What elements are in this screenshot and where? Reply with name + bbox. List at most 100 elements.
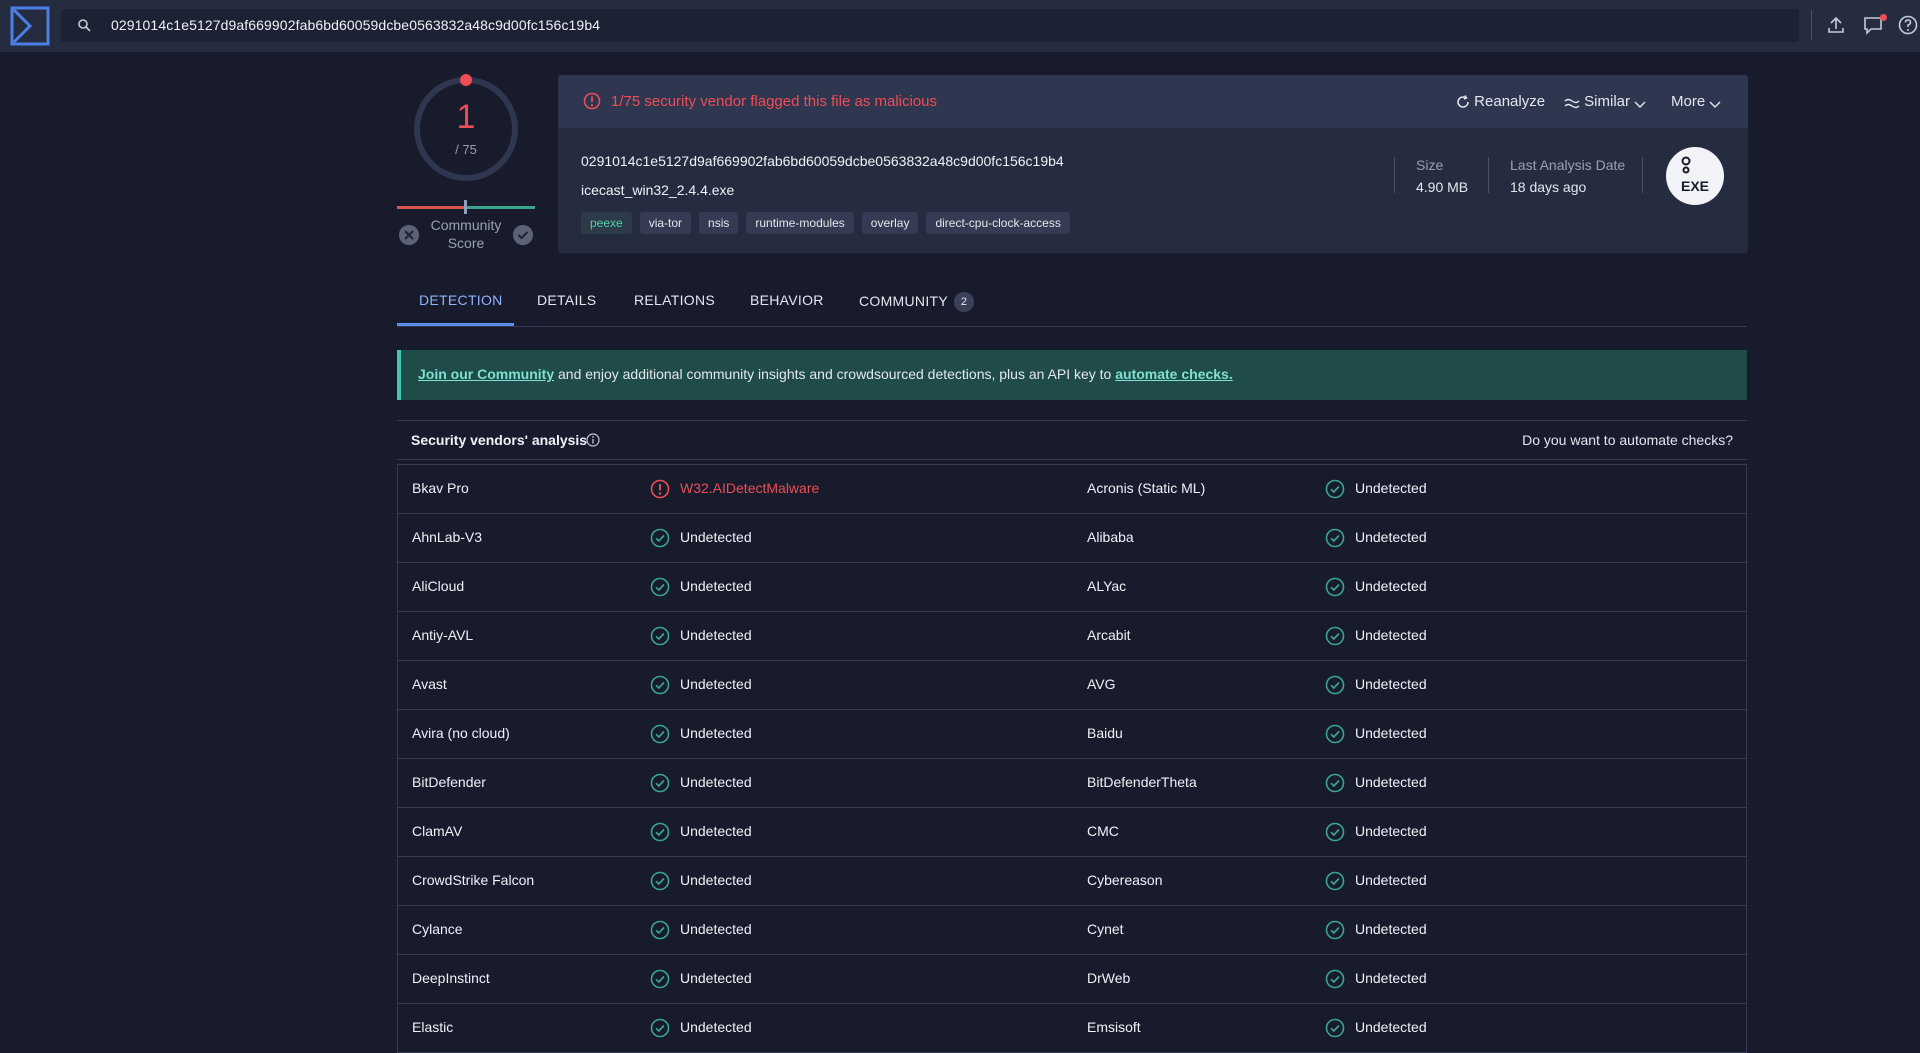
file-type-badge: EXE [1666, 147, 1724, 205]
tag[interactable]: runtime-modules [746, 212, 854, 234]
check-circle-icon [650, 920, 670, 940]
tab-behavior[interactable]: BEHAVIOR [750, 292, 824, 308]
vendor-name: Bkav Pro [412, 480, 469, 496]
vendor-name: AVG [1087, 676, 1116, 692]
vendor-name: ClamAV [412, 823, 463, 839]
vendor-result: Undetected [1355, 970, 1427, 986]
vendor-result: Undetected [680, 970, 752, 986]
search-input[interactable]: 0291014c1e5127d9af669902fab6bd60059dcbe0… [111, 17, 600, 33]
info-icon[interactable] [586, 433, 600, 447]
vendor-result[interactable]: W32.AIDetectMalware [680, 480, 819, 496]
automate-checks-link[interactable]: Do you want to automate checks? [1522, 432, 1733, 448]
divider [1811, 10, 1812, 40]
notification-dot [1880, 14, 1887, 21]
tab-bar: DETECTION DETAILS RELATIONS BEHAVIOR COM… [397, 276, 1747, 327]
vote-malicious-button[interactable] [399, 225, 419, 245]
check-circle-icon [1325, 871, 1345, 891]
tag[interactable]: overlay [861, 212, 919, 234]
automate-checks-link[interactable]: automate checks. [1115, 366, 1233, 382]
search-bar[interactable]: 0291014c1e5127d9af669902fab6bd60059dcbe0… [61, 9, 1799, 42]
check-circle-icon [1325, 724, 1345, 744]
check-circle-icon [1325, 920, 1345, 940]
vendor-result: Undetected [680, 529, 752, 545]
table-row: AhnLab-V3 Undetected Alibaba Undetected [398, 514, 1746, 563]
help-icon[interactable] [1897, 14, 1919, 36]
vendor-name: DrWeb [1087, 970, 1131, 986]
table-row: Antiy-AVL Undetected Arcabit Undetected [398, 612, 1746, 661]
reanalyze-button[interactable]: Reanalyze [1456, 93, 1545, 110]
vendor-result: Undetected [1355, 725, 1427, 741]
divider [1394, 157, 1395, 193]
vendor-result: Undetected [680, 627, 752, 643]
vendor-result: Undetected [1355, 872, 1427, 888]
vendor-name: BitDefender [412, 774, 486, 790]
file-hash[interactable]: 0291014c1e5127d9af669902fab6bd60059dcbe0… [581, 153, 1064, 169]
tag[interactable]: direct-cpu-clock-access [926, 212, 1070, 234]
tag[interactable]: nsis [699, 212, 739, 234]
vote-harmless-button[interactable] [513, 225, 533, 245]
table-row: AliCloud Undetected ALYac Undetected [398, 563, 1746, 612]
vendor-name: Alibaba [1087, 529, 1134, 545]
vendor-name: Avira (no cloud) [412, 725, 510, 741]
vendor-name: Elastic [412, 1019, 454, 1035]
size-value: 4.90 MB [1416, 179, 1469, 195]
last-analysis-value: 18 days ago [1510, 179, 1587, 195]
check-circle-icon [650, 969, 670, 989]
similar-button[interactable]: Similar [1564, 93, 1646, 110]
divider [1488, 157, 1489, 193]
check-circle-icon [650, 871, 670, 891]
check-circle-icon [1325, 528, 1345, 548]
check-circle-icon [1325, 969, 1345, 989]
vendor-name: AhnLab-V3 [412, 529, 483, 545]
vendor-result: Undetected [680, 1019, 752, 1035]
vendor-name: Cylance [412, 921, 463, 937]
vendors-section-header: Security vendors' analysis Do you want t… [397, 420, 1747, 460]
tag[interactable]: via-tor [639, 212, 692, 234]
vendor-name: CMC [1087, 823, 1119, 839]
tab-relations[interactable]: RELATIONS [634, 292, 715, 308]
tab-details[interactable]: DETAILS [537, 292, 596, 308]
chevron-down-icon [1709, 101, 1721, 108]
detection-count: 1 [456, 98, 476, 136]
vendor-result: Undetected [1355, 529, 1427, 545]
tag[interactable]: peexe [581, 212, 632, 234]
chevron-down-icon [1634, 101, 1646, 108]
tab-detection[interactable]: DETECTION [419, 292, 503, 308]
refresh-icon [1457, 95, 1469, 108]
more-button[interactable]: More [1671, 93, 1721, 110]
file-name: icecast_win32_2.4.4.exe [581, 182, 735, 198]
upload-icon[interactable] [1825, 14, 1847, 36]
community-banner: Join our Community and enjoy additional … [397, 350, 1747, 400]
community-count-badge: 2 [954, 292, 975, 312]
check-circle-icon [650, 577, 670, 597]
alert-message: 1/75 security vendor flagged this file a… [611, 93, 938, 110]
check-circle-icon [650, 1018, 670, 1038]
search-icon [78, 19, 91, 32]
join-community-link[interactable]: Join our Community [418, 366, 554, 382]
size-label: Size [1416, 157, 1444, 173]
alert-icon [583, 92, 601, 110]
vendors-section-title: Security vendors' analysis [411, 432, 588, 448]
table-row: Avira (no cloud) Undetected Baidu Undetecte… [398, 710, 1746, 759]
check-circle-icon [650, 528, 670, 548]
virustotal-logo-icon[interactable] [10, 6, 50, 46]
gear-icon [1681, 156, 1708, 174]
vendor-result: Undetected [680, 921, 752, 937]
tab-community[interactable]: COMMUNITY 2 [859, 292, 975, 312]
vendor-result: Undetected [1355, 921, 1427, 937]
check-circle-icon [1325, 675, 1345, 695]
vendor-result: Undetected [1355, 627, 1427, 643]
check-circle-icon [1325, 1018, 1345, 1038]
table-row: Elastic Undetected Emsisoft Undetected [398, 1004, 1746, 1053]
vendor-name: Arcabit [1087, 627, 1131, 643]
vendor-result: Undetected [680, 774, 752, 790]
vendor-result: Undetected [680, 872, 752, 888]
check-circle-icon [650, 675, 670, 695]
last-analysis-label: Last Analysis Date [1510, 157, 1626, 173]
check-circle-icon [1325, 773, 1345, 793]
check-circle-icon [1325, 577, 1345, 597]
vendor-result: Undetected [680, 725, 752, 741]
top-bar: 0291014c1e5127d9af669902fab6bd60059dcbe0… [0, 0, 1920, 52]
table-row: Cylance Undetected Cynet Undetected [398, 906, 1746, 955]
check-circle-icon [650, 724, 670, 744]
